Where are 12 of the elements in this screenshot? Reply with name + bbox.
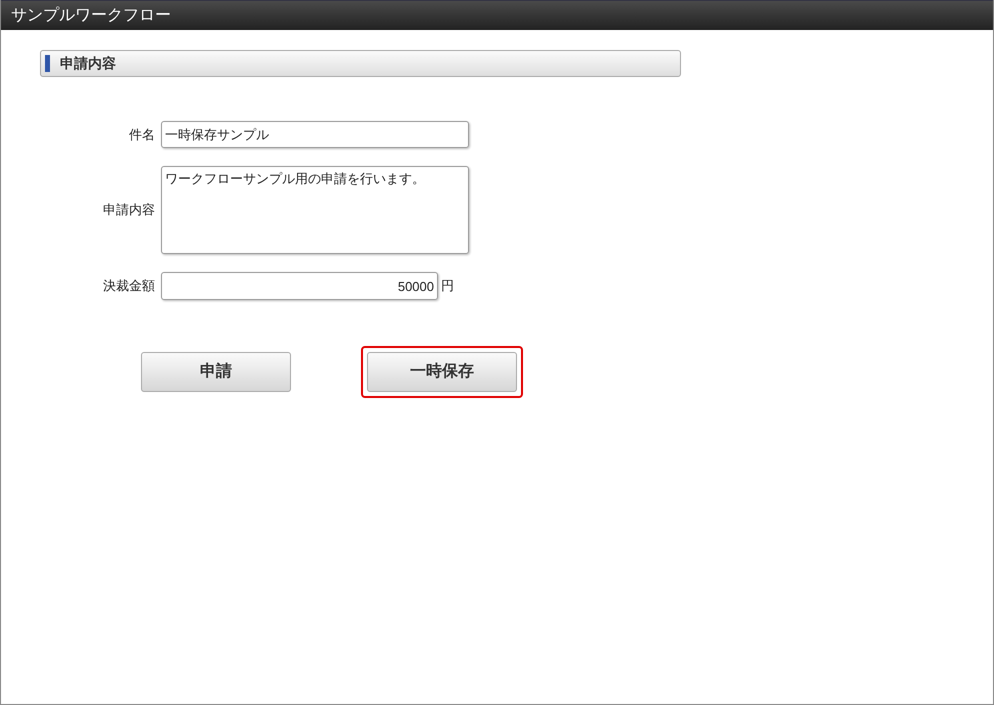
field-label: 件名 — [128, 126, 156, 144]
action-button[interactable]: 一時保存 — [367, 352, 517, 392]
field-label: 申請内容 — [102, 201, 156, 220]
text-area[interactable]: ワークフローサンプル用の申請を行います。 — [161, 166, 469, 254]
input-field[interactable]: 50000 — [161, 272, 438, 300]
field-label: 決裁金額 — [102, 277, 156, 296]
section-title: 申請内容 — [60, 54, 116, 73]
input-field[interactable]: 一時保存サンプル — [161, 121, 469, 148]
accent-bar — [45, 55, 50, 72]
unit-label: 円 — [441, 277, 454, 296]
window-title: サンプルワークフロー — [11, 6, 171, 26]
action-button[interactable]: 申請 — [141, 352, 291, 392]
